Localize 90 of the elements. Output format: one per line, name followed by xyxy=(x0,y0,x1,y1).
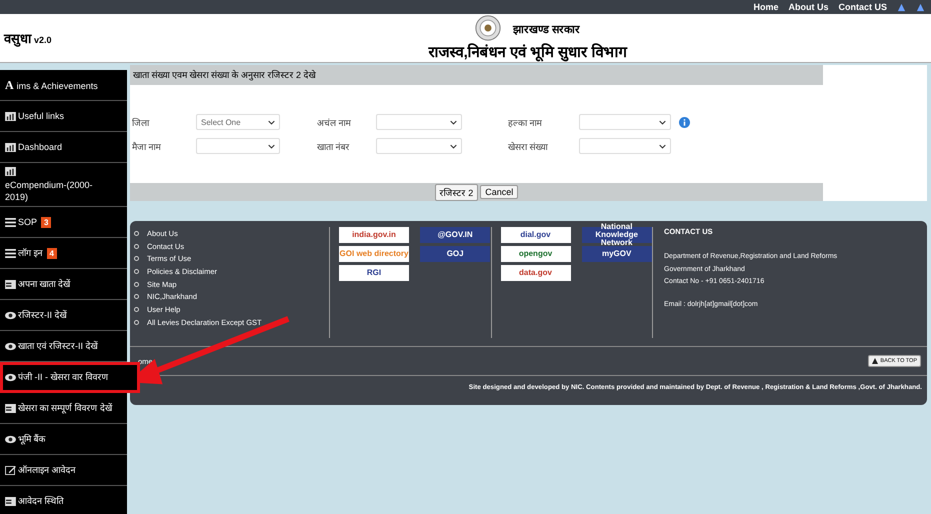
field-label: जिला xyxy=(131,116,150,128)
count-badge: 3 xyxy=(41,216,52,228)
form-button[interactable]: रजिस्टर 2 xyxy=(434,184,478,200)
card-icon xyxy=(5,404,16,412)
sidebar-item[interactable]: Useful links xyxy=(0,101,127,132)
font-size-icon[interactable] xyxy=(916,2,925,12)
sidebar-item[interactable]: भूमि बैंक xyxy=(0,424,127,455)
form-button[interactable]: Cancel xyxy=(480,185,518,199)
dropdown-field[interactable]: Select One xyxy=(196,114,280,130)
bullet-icon xyxy=(134,230,139,236)
chevron-icon xyxy=(659,120,666,124)
dropdown-field[interactable] xyxy=(376,138,462,154)
partner-logo[interactable]: india.gov.in xyxy=(339,227,409,243)
list-icon xyxy=(5,248,16,258)
font-size-icon[interactable] xyxy=(897,2,906,12)
sidebar-item[interactable]: खेसरा का सम्पूर्ण विवरण देखें xyxy=(0,393,127,424)
field-label: खाता नंबर xyxy=(316,140,351,152)
sidebar-label: Useful links xyxy=(18,110,64,122)
nav-link[interactable]: Contact US xyxy=(838,2,887,12)
sidebar-item[interactable]: पंजी -II - खेसरा वार विवरण xyxy=(0,362,140,393)
bullet-icon xyxy=(134,294,139,300)
field-label: हल्का नाम xyxy=(507,116,543,128)
sidebar-label: Dashboard xyxy=(18,141,62,153)
bullet-icon xyxy=(134,320,139,325)
sidebar-label: ऑनलाइन आवेदन xyxy=(18,464,76,476)
dropdown-field[interactable] xyxy=(376,114,462,130)
sidebar-item[interactable]: ऑनलाइन आवेदन xyxy=(0,455,127,486)
chevron-icon xyxy=(268,120,275,124)
arrow-up-icon xyxy=(872,358,878,364)
sidebar-item[interactable]: रजिस्टर-II देखें xyxy=(0,300,127,331)
chevron-icon xyxy=(268,144,275,148)
chevron-icon xyxy=(450,120,457,124)
dropdown-field[interactable] xyxy=(196,138,280,154)
sidebar-item[interactable]: Aims & Achievements xyxy=(0,70,127,101)
sidebar-item[interactable]: अपना खाता देखें xyxy=(0,269,127,300)
sidebar-label: अपना खाता देखें xyxy=(18,278,70,290)
sidebar-label: खेसरा का सम्पूर्ण विवरण देखें xyxy=(18,402,112,414)
bar-chart-icon xyxy=(5,112,16,120)
form-title: खाता संख्या एवम खेसरा संख्या के अनुसार रजिस्टर 2 देखे xyxy=(130,65,823,85)
bullet-icon xyxy=(134,256,139,262)
partner-logo[interactable]: data.gov xyxy=(500,265,570,281)
field-label: अचंल नाम xyxy=(316,116,352,128)
sidebar-label: आवेदन स्थिति xyxy=(18,495,64,507)
bullet-icon xyxy=(134,306,139,312)
nav-link[interactable]: About Us xyxy=(788,2,828,12)
bullet-icon xyxy=(134,268,139,274)
sidebar-label: रजिस्टर-II देखें xyxy=(18,309,66,321)
sidebar-label: लॉग इन xyxy=(18,247,43,259)
sidebar-item[interactable]: आवेदन स्थिति xyxy=(0,486,127,514)
sidebar-item[interactable]: लॉग इन 4 xyxy=(0,238,127,269)
department-title: राजस्व,निबंधन एवं भूमि सुधार विभाग xyxy=(428,42,626,61)
sidebar-label: eCompendium-(2000-2019) xyxy=(5,178,94,202)
sidebar-label: खाता एवं रजिस्टर-II देखें xyxy=(18,340,98,352)
government-name: झारखण्ड सरकार xyxy=(512,22,580,36)
info-icon[interactable] xyxy=(679,116,690,128)
dropdown-field[interactable] xyxy=(579,114,671,130)
partner-logo[interactable]: dial.gov xyxy=(500,227,570,243)
eye-icon xyxy=(5,372,16,382)
chevron-icon xyxy=(450,144,457,148)
eye-icon xyxy=(5,342,16,350)
count-badge: 4 xyxy=(46,248,57,258)
bullet-icon xyxy=(134,244,139,249)
card-icon xyxy=(5,280,16,288)
chevron-icon xyxy=(659,144,666,148)
edit-icon xyxy=(5,466,16,474)
bar-chart-icon xyxy=(5,166,16,176)
partner-logo[interactable]: GOJ xyxy=(420,246,490,262)
bullet-icon xyxy=(134,282,139,287)
eye-icon xyxy=(5,310,16,320)
sidebar-label: SOP xyxy=(18,216,38,228)
sidebar-item[interactable]: eCompendium-(2000-2019) xyxy=(0,163,127,207)
bar-chart-icon xyxy=(5,142,16,152)
sidebar-item[interactable]: Dashboard xyxy=(0,132,127,163)
sidebar-label: Aims & Achievements xyxy=(5,78,98,92)
field-label: खेसरा संख्या xyxy=(507,140,549,152)
card-icon xyxy=(5,496,16,506)
partner-logo[interactable]: @GOV.IN xyxy=(420,227,490,243)
partner-logo[interactable]: myGOV xyxy=(582,246,652,262)
partner-logo[interactable]: opengov xyxy=(500,246,570,262)
sidebar-item[interactable]: SOP 3 xyxy=(0,207,127,238)
eye-icon xyxy=(5,434,16,444)
sidebar-label: पंजी -II - खेसरा वार विवरण xyxy=(18,371,108,383)
list-icon xyxy=(5,218,16,226)
dropdown-field[interactable] xyxy=(579,138,671,154)
sidebar-label: भूमि बैंक xyxy=(18,433,46,445)
brand-name: वसुधा xyxy=(4,30,31,46)
nav-link[interactable]: Home xyxy=(753,2,778,12)
field-label: मैजा नाम xyxy=(131,140,162,152)
version-label: v2.0 xyxy=(34,34,52,44)
partner-logo[interactable]: RGI xyxy=(339,265,409,281)
